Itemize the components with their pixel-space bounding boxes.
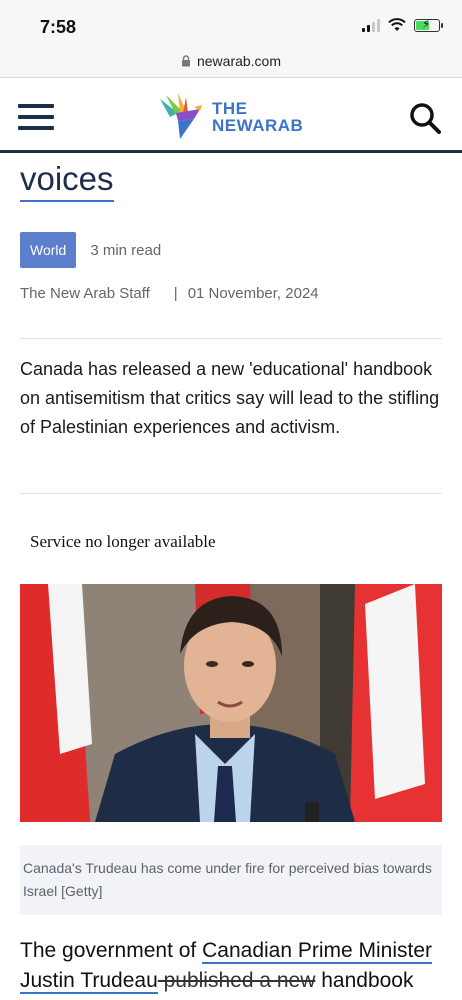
author-name[interactable]: The New Arab Staff	[20, 285, 150, 302]
photo-caption: Canada's Trudeau has come under fire for…	[23, 860, 432, 899]
logo-text: THE NEWARAB	[212, 100, 303, 134]
article-meta: World 3 min read	[20, 232, 161, 268]
url-text: newarab.com	[196, 52, 282, 69]
address-bar[interactable]: newarab.com	[0, 44, 462, 78]
wifi-icon	[388, 18, 406, 31]
status-bar: 7:58 ⚡	[0, 0, 462, 44]
category-tag[interactable]: World	[20, 232, 77, 268]
article-photo	[20, 584, 442, 822]
body-struck-text: published a new	[157, 969, 316, 992]
hamburger-menu-icon[interactable]	[18, 104, 54, 130]
logo-line-1: THE	[212, 99, 248, 118]
site-logo[interactable]: THE NEWARAB	[156, 91, 303, 143]
site-header: THE NEWARAB	[0, 79, 462, 153]
divider	[20, 338, 442, 339]
article-headline: voices	[20, 160, 114, 202]
logo-line-2: NEWARAB	[212, 116, 304, 135]
status-icons: ⚡	[362, 17, 443, 32]
bird-logo-icon	[160, 93, 202, 139]
publish-date: 01 November, 2024	[187, 285, 319, 302]
battery-charging-icon: ⚡	[414, 17, 443, 32]
service-message: Service no longer available	[30, 532, 216, 551]
cellular-signal-icon	[362, 18, 380, 32]
byline-separator: |	[173, 285, 178, 302]
search-icon[interactable]	[408, 101, 442, 135]
read-time: 3 min read	[90, 241, 162, 259]
article-standfirst: Canada has released a new 'educational' …	[20, 359, 440, 437]
body-tail: handbook	[315, 969, 414, 992]
lock-icon	[181, 54, 190, 66]
status-time: 7:58	[40, 17, 77, 37]
body-intro: The government of	[20, 939, 203, 962]
photo-caption-box: Canada's Trudeau has come under fire for…	[20, 845, 442, 915]
article-body: The government of Canadian Prime Ministe…	[20, 936, 450, 996]
divider	[20, 493, 442, 494]
byline: The New Arab Staff | 01 November, 2024	[20, 285, 319, 302]
